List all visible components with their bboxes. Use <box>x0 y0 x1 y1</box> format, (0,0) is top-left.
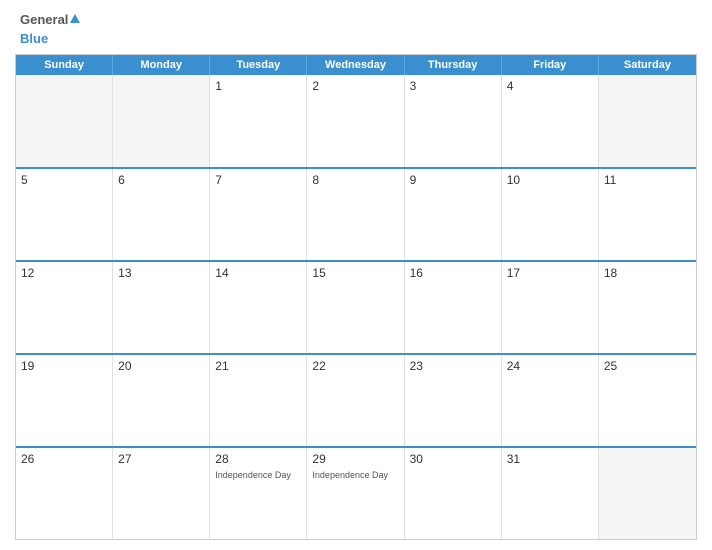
page: General Blue SundayMondayTuesdayWednesday… <box>0 0 712 550</box>
day-number: 26 <box>21 452 107 466</box>
day-event: Independence Day <box>215 470 301 480</box>
calendar-cell: 1 <box>210 75 307 166</box>
calendar-cell: 17 <box>502 262 599 353</box>
logo-triangle-icon <box>70 14 80 23</box>
calendar-week-2: 12 13 14 15 16 17 18 <box>16 262 696 355</box>
calendar-cell: 12 <box>16 262 113 353</box>
day-number: 13 <box>118 266 204 280</box>
calendar-cell: 10 <box>502 169 599 260</box>
day-number: 5 <box>21 173 107 187</box>
day-event: Independence Day <box>312 470 398 480</box>
day-number: 12 <box>21 266 107 280</box>
day-number: 25 <box>604 359 691 373</box>
calendar-cell: 23 <box>405 355 502 446</box>
calendar-cell <box>599 448 696 539</box>
day-number: 21 <box>215 359 301 373</box>
day-number: 28 <box>215 452 301 466</box>
calendar-cell: 6 <box>113 169 210 260</box>
calendar-cell: 15 <box>307 262 404 353</box>
header-day-friday: Friday <box>502 55 599 75</box>
logo-general-text: General <box>20 12 68 27</box>
calendar-cell: 16 <box>405 262 502 353</box>
calendar-cell: 26 <box>16 448 113 539</box>
calendar-cell: 3 <box>405 75 502 166</box>
day-number: 15 <box>312 266 398 280</box>
header-day-thursday: Thursday <box>405 55 502 75</box>
calendar-cell: 14 <box>210 262 307 353</box>
day-number: 24 <box>507 359 593 373</box>
calendar-body: 1234567891011121314151617181920212223242… <box>16 75 696 539</box>
day-number: 16 <box>410 266 496 280</box>
header-day-wednesday: Wednesday <box>307 55 404 75</box>
calendar-cell <box>113 75 210 166</box>
day-number: 7 <box>215 173 301 187</box>
calendar-cell: 7 <box>210 169 307 260</box>
calendar-week-4: 26 27 28 Independence Day 29 Independence Day… <box>16 448 696 539</box>
header: General Blue <box>15 10 697 48</box>
calendar-cell: 18 <box>599 262 696 353</box>
logo-blue-text: Blue <box>20 31 48 46</box>
day-number: 22 <box>312 359 398 373</box>
logo: General Blue <box>20 10 81 48</box>
calendar-cell: 21 <box>210 355 307 446</box>
day-number: 8 <box>312 173 398 187</box>
day-number: 31 <box>507 452 593 466</box>
calendar-cell: 30 <box>405 448 502 539</box>
day-number: 18 <box>604 266 691 280</box>
day-number: 17 <box>507 266 593 280</box>
calendar-cell: 4 <box>502 75 599 166</box>
calendar-cell: 5 <box>16 169 113 260</box>
calendar-cell: 24 <box>502 355 599 446</box>
day-number: 29 <box>312 452 398 466</box>
calendar-cell: 2 <box>307 75 404 166</box>
calendar-cell: 8 <box>307 169 404 260</box>
day-number: 19 <box>21 359 107 373</box>
header-day-saturday: Saturday <box>599 55 696 75</box>
day-number: 20 <box>118 359 204 373</box>
calendar-cell: 20 <box>113 355 210 446</box>
calendar-cell <box>16 75 113 166</box>
calendar-cell: 31 <box>502 448 599 539</box>
header-day-tuesday: Tuesday <box>210 55 307 75</box>
calendar-cell: 13 <box>113 262 210 353</box>
calendar-week-3: 19 20 21 22 23 24 25 <box>16 355 696 448</box>
day-number: 23 <box>410 359 496 373</box>
calendar-cell <box>599 75 696 166</box>
calendar-cell: 19 <box>16 355 113 446</box>
day-number: 2 <box>312 79 398 93</box>
calendar-cell: 27 <box>113 448 210 539</box>
day-number: 27 <box>118 452 204 466</box>
day-number: 11 <box>604 173 691 187</box>
calendar-cell: 11 <box>599 169 696 260</box>
calendar-week-0: 1234 <box>16 75 696 168</box>
day-number: 30 <box>410 452 496 466</box>
calendar-cell: 22 <box>307 355 404 446</box>
day-number: 14 <box>215 266 301 280</box>
day-number: 9 <box>410 173 496 187</box>
header-day-sunday: Sunday <box>16 55 113 75</box>
calendar-header: SundayMondayTuesdayWednesdayThursdayFrid… <box>16 55 696 75</box>
calendar-cell: 9 <box>405 169 502 260</box>
calendar-week-1: 56789 10 11 <box>16 169 696 262</box>
day-number: 10 <box>507 173 593 187</box>
day-number: 4 <box>507 79 593 93</box>
header-day-monday: Monday <box>113 55 210 75</box>
calendar-cell: 28 Independence Day <box>210 448 307 539</box>
calendar-cell: 29 Independence Day <box>307 448 404 539</box>
day-number: 3 <box>410 79 496 93</box>
calendar: SundayMondayTuesdayWednesdayThursdayFrid… <box>15 54 697 540</box>
calendar-cell: 25 <box>599 355 696 446</box>
day-number: 1 <box>215 79 301 93</box>
day-number: 6 <box>118 173 204 187</box>
